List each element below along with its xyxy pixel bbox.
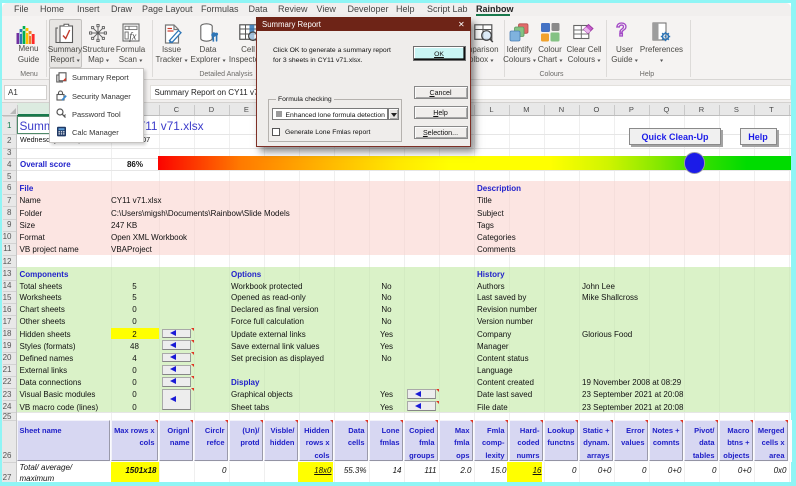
svg-text:fx: fx [129, 32, 137, 43]
